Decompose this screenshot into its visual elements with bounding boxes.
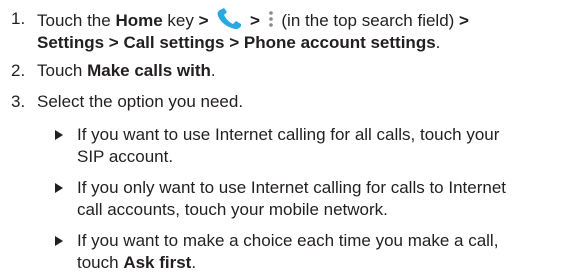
- option-text: If you want to use Internet calling for …: [77, 124, 573, 168]
- option-line: If you want to use Internet calling for …: [77, 125, 500, 144]
- call-settings-label: Call settings: [123, 33, 225, 52]
- path-separator: >: [198, 11, 209, 30]
- instruction-page: 1. Touch the Home key > > (in the top se…: [0, 0, 576, 274]
- option-line: call accounts, touch your mobile network…: [77, 200, 388, 219]
- option-line: If you only want to use Internet calling…: [77, 178, 507, 197]
- path-separator: >: [104, 33, 124, 52]
- settings-label: Settings: [37, 33, 105, 52]
- option-text: If you only want to use Internet calling…: [77, 177, 573, 221]
- step-2-end: .: [210, 61, 216, 80]
- step-2-prefix: Touch: [37, 61, 88, 80]
- make-calls-with-label: Make calls with: [87, 61, 211, 80]
- step-1-text: Touch the Home key > > (in the top searc…: [37, 8, 573, 54]
- ask-first-label: Ask first: [123, 253, 192, 272]
- triangle-bullet-icon: [55, 130, 63, 140]
- dots-note: (in the top search field): [276, 11, 460, 30]
- step-3-text: Select the option you need.: [37, 92, 244, 111]
- step-number: 2.: [11, 61, 26, 80]
- path-separator: >: [224, 33, 244, 52]
- path-separator: >: [459, 11, 469, 30]
- key-suffix: key: [162, 11, 199, 30]
- phone-icon: [217, 8, 242, 29]
- vertical-dots-icon: [268, 11, 273, 27]
- path-separator: >: [250, 11, 260, 30]
- option-line-prefix: touch: [77, 253, 124, 272]
- step-2-text: Touch Make calls with.: [37, 60, 573, 82]
- step-number: 1.: [11, 9, 26, 28]
- phone-account-settings-label: Phone account settings: [243, 33, 436, 52]
- option-text: If you want to make a choice each time y…: [77, 230, 573, 274]
- triangle-bullet-icon: [55, 236, 63, 246]
- option-line: SIP account.: [77, 147, 174, 166]
- home-key-label: Home: [115, 11, 163, 30]
- triangle-bullet-icon: [55, 183, 63, 193]
- option-line: If you want to make a choice each time y…: [77, 231, 499, 250]
- step-1-prefix: Touch the: [37, 11, 116, 30]
- step-1-end: .: [435, 33, 441, 52]
- step-number: 3.: [11, 92, 26, 111]
- option-line-end: .: [191, 253, 197, 272]
